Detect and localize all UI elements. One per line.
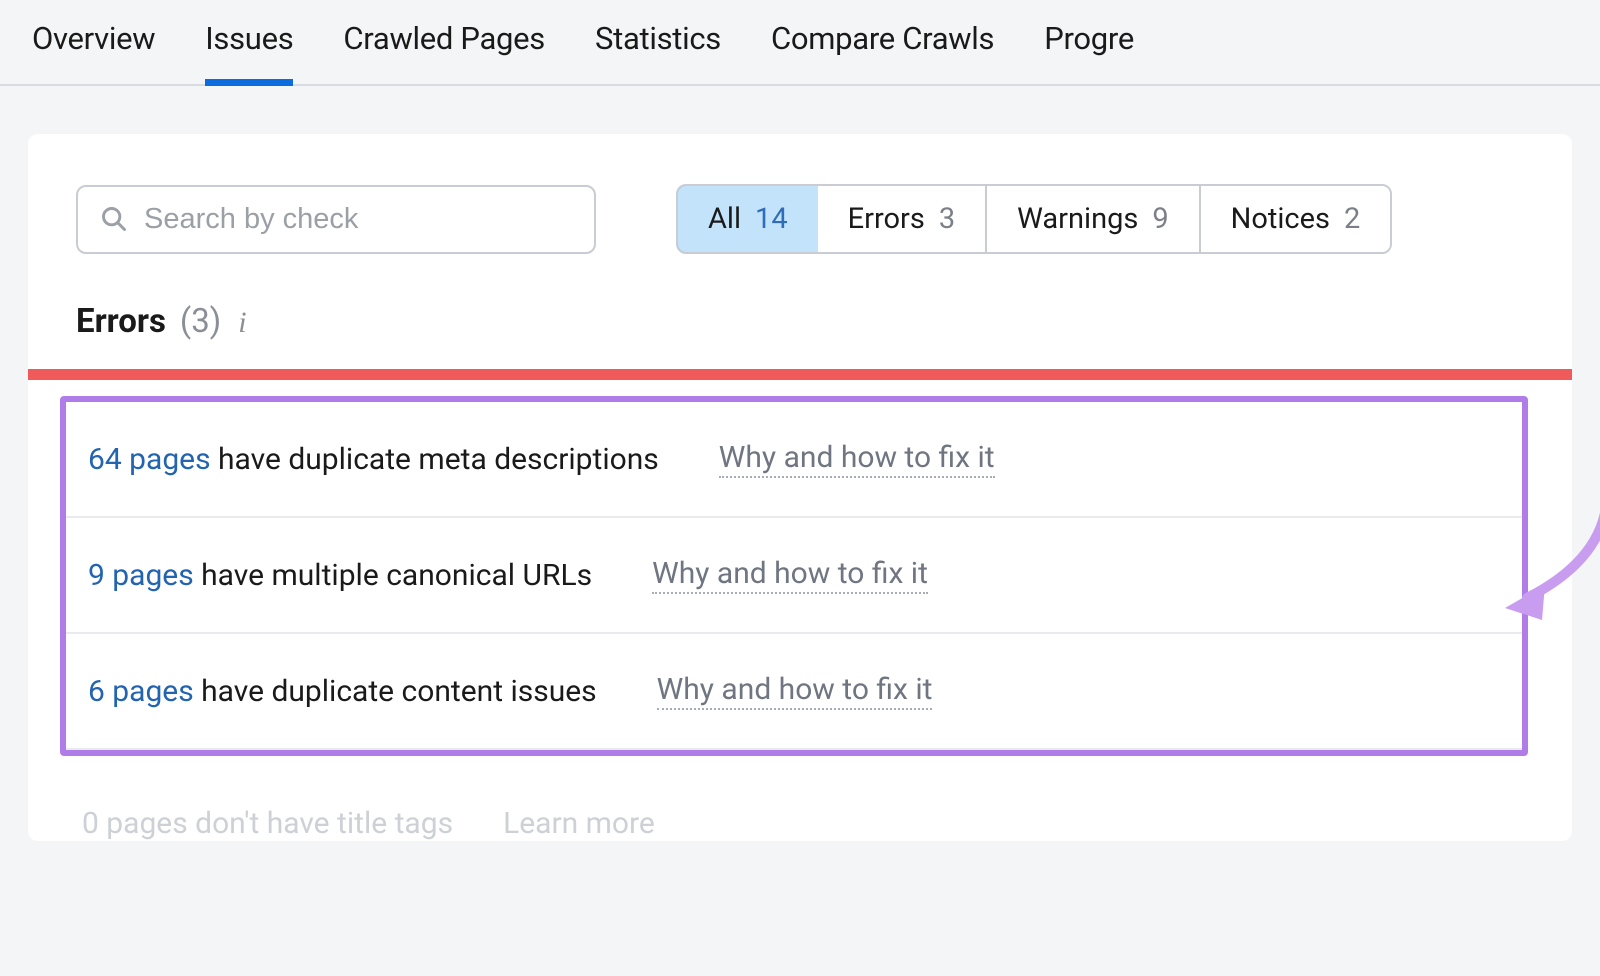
issue-row: 6 pages have duplicate content issues Wh… (66, 634, 1522, 750)
info-icon[interactable]: i (238, 306, 246, 340)
filter-group: All 14 Errors 3 Warnings 9 Notices 2 (676, 184, 1392, 254)
errors-count: (3) (180, 302, 221, 341)
pages-link[interactable]: 64 pages (88, 442, 211, 477)
issue-row: 64 pages have duplicate meta description… (66, 402, 1522, 518)
fix-link[interactable]: Why and how to fix it (652, 556, 928, 594)
filter-all-label: All (708, 202, 741, 236)
filter-notices[interactable]: Notices 2 (1201, 186, 1391, 252)
filter-warnings[interactable]: Warnings 9 (987, 186, 1201, 252)
filter-errors-label: Errors (848, 202, 925, 236)
tab-statistics[interactable]: Statistics (595, 20, 721, 84)
filter-errors-count: 3 (939, 202, 955, 236)
filter-notices-count: 2 (1344, 202, 1360, 236)
filter-errors[interactable]: Errors 3 (818, 186, 988, 252)
tab-compare-crawls[interactable]: Compare Crawls (771, 20, 994, 84)
faded-desc: 0 pages don't have title tags (82, 806, 453, 841)
filter-notices-label: Notices (1231, 202, 1330, 236)
errors-bar (28, 369, 1572, 380)
fix-link[interactable]: Why and how to fix it (657, 672, 933, 710)
issue-text: 6 pages have duplicate content issues (88, 674, 597, 709)
filter-warnings-count: 9 (1152, 202, 1168, 236)
filter-all-count: 14 (755, 202, 788, 236)
search-input[interactable] (144, 203, 572, 236)
tab-overview[interactable]: Overview (32, 20, 155, 84)
filter-warnings-label: Warnings (1017, 202, 1138, 236)
controls-row: All 14 Errors 3 Warnings 9 Notices 2 (28, 184, 1572, 302)
filter-all[interactable]: All 14 (676, 184, 820, 254)
issue-row: 9 pages have multiple canonical URLs Why… (66, 518, 1522, 634)
faded-issue-row: 0 pages don't have title tags Learn more (28, 756, 1572, 841)
pages-link[interactable]: 6 pages (88, 674, 194, 709)
faded-learn-more: Learn more (503, 806, 655, 841)
issue-desc: have duplicate meta descriptions (211, 442, 659, 477)
errors-section-header: Errors (3) i (28, 302, 1572, 369)
tab-issues[interactable]: Issues (205, 20, 293, 86)
issue-text: 9 pages have multiple canonical URLs (88, 558, 592, 593)
tab-progress[interactable]: Progre (1044, 20, 1134, 84)
issue-desc: have duplicate content issues (194, 674, 597, 709)
issue-desc: have multiple canonical URLs (194, 558, 592, 593)
search-box[interactable] (76, 185, 596, 254)
issue-text: 64 pages have duplicate meta description… (88, 442, 659, 477)
search-icon (100, 205, 128, 233)
fix-link[interactable]: Why and how to fix it (719, 440, 995, 478)
errors-title: Errors (76, 302, 166, 341)
tab-crawled-pages[interactable]: Crawled Pages (343, 20, 545, 84)
pages-link[interactable]: 9 pages (88, 558, 194, 593)
annotation-highlight: 64 pages have duplicate meta description… (60, 396, 1528, 756)
nav-tabs: Overview Issues Crawled Pages Statistics… (0, 0, 1600, 86)
issues-card: All 14 Errors 3 Warnings 9 Notices 2 Err… (28, 134, 1572, 841)
